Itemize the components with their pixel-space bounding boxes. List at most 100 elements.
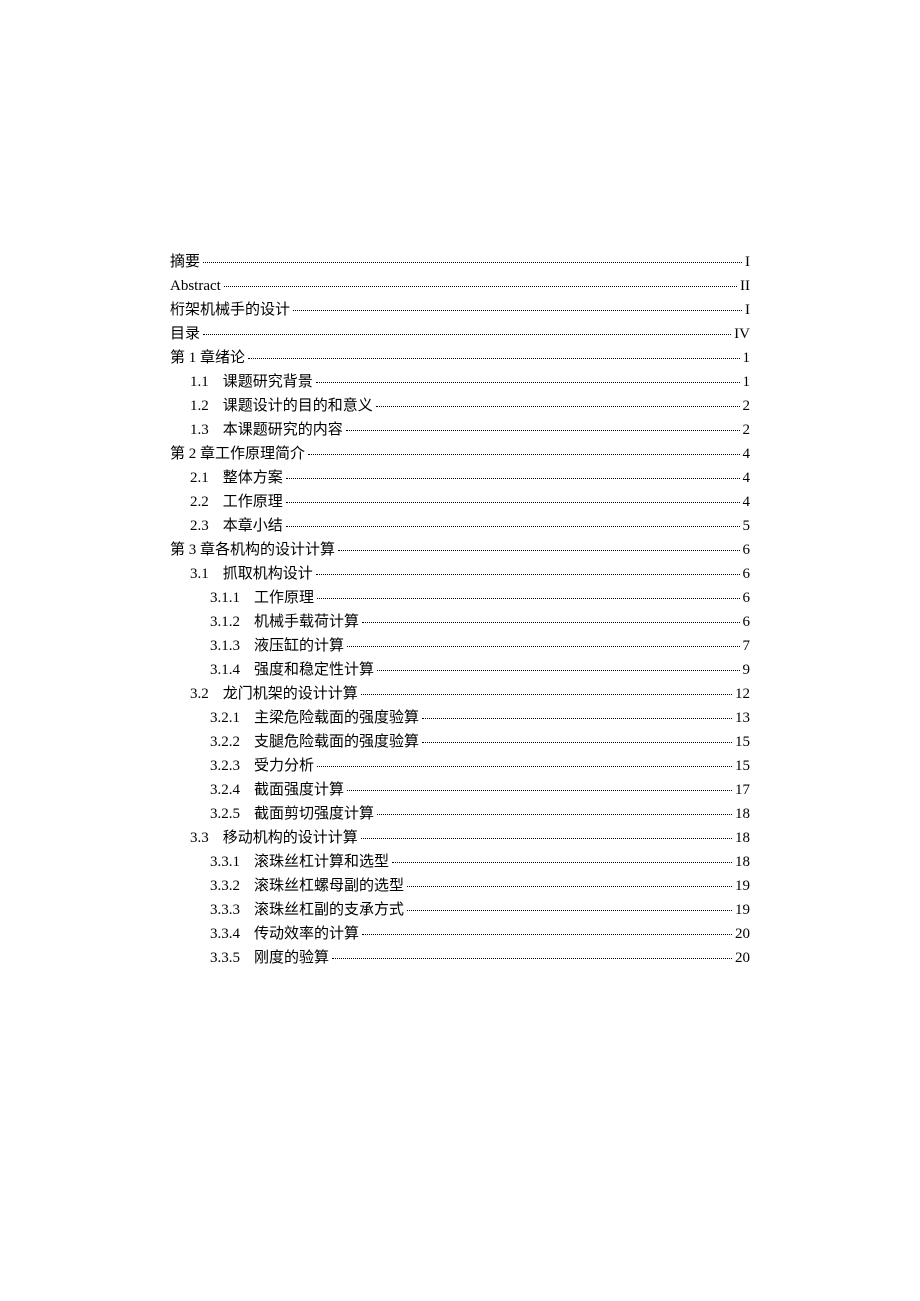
toc-leader bbox=[422, 718, 732, 719]
toc-label: 3.3.4传动效率的计算 bbox=[210, 922, 359, 946]
toc-entry: 3.1抓取机构设计 6 bbox=[170, 562, 750, 586]
toc-page-num: 5 bbox=[743, 514, 751, 538]
toc-leader bbox=[361, 694, 732, 695]
toc-page-num: 6 bbox=[743, 538, 751, 562]
toc-entry: 2.2工作原理 4 bbox=[170, 490, 750, 514]
toc-page-num: 4 bbox=[743, 490, 751, 514]
toc-entry: 1.2课题设计的目的和意义 2 bbox=[170, 394, 750, 418]
toc-leader bbox=[317, 598, 739, 599]
toc-entry: 3.3.1滚珠丝杠计算和选型 18 bbox=[170, 850, 750, 874]
toc-leader bbox=[407, 910, 732, 911]
toc-label: 2.3本章小结 bbox=[190, 514, 283, 538]
toc-page-num: IV bbox=[734, 322, 750, 346]
toc-label: 3.2.5截面剪切强度计算 bbox=[210, 802, 374, 826]
toc-entry: 3.1.3液压缸的计算 7 bbox=[170, 634, 750, 658]
toc-entry: 3.3.5刚度的验算 20 bbox=[170, 946, 750, 970]
toc-page-num: 4 bbox=[743, 466, 751, 490]
toc-leader bbox=[203, 334, 731, 335]
toc-title: 第 2 章工作原理简介 bbox=[170, 442, 305, 466]
toc-page-num: 15 bbox=[735, 754, 750, 778]
toc-page-num: 12 bbox=[735, 682, 750, 706]
toc-leader bbox=[376, 406, 740, 407]
toc-leader bbox=[338, 550, 739, 551]
toc-leader bbox=[422, 742, 732, 743]
toc-label: 3.2.1主梁危险载面的强度验算 bbox=[210, 706, 419, 730]
toc-label: 3.3.1滚珠丝杠计算和选型 bbox=[210, 850, 389, 874]
toc-page-num: 6 bbox=[743, 610, 751, 634]
toc-label: 3.3.2滚珠丝杠螺母副的选型 bbox=[210, 874, 404, 898]
toc-entry: 摘要 I bbox=[170, 250, 750, 274]
toc-page-num: 13 bbox=[735, 706, 750, 730]
toc-leader bbox=[286, 502, 740, 503]
toc-label: 3.3.3滚珠丝杠副的支承方式 bbox=[210, 898, 404, 922]
toc-title: 第 3 章各机构的设计计算 bbox=[170, 538, 335, 562]
toc-leader bbox=[362, 934, 732, 935]
toc-label: 1.1课题研究背景 bbox=[190, 370, 313, 394]
toc-label: 2.1整体方案 bbox=[190, 466, 283, 490]
toc-label: 3.2.4截面强度计算 bbox=[210, 778, 344, 802]
toc-page-num: 2 bbox=[743, 418, 751, 442]
toc-label: 3.2.2支腿危险载面的强度验算 bbox=[210, 730, 419, 754]
toc-label: 3.1.2机械手载荷计算 bbox=[210, 610, 359, 634]
toc-title: 目录 bbox=[170, 322, 200, 346]
toc-entry: 3.3.3滚珠丝杠副的支承方式 19 bbox=[170, 898, 750, 922]
toc-leader bbox=[392, 862, 732, 863]
toc-entry: 3.3.2滚珠丝杠螺母副的选型 19 bbox=[170, 874, 750, 898]
toc-title: 第 1 章绪论 bbox=[170, 346, 245, 370]
toc-leader bbox=[286, 478, 740, 479]
toc-page-num: 2 bbox=[743, 394, 751, 418]
toc-page-num: 4 bbox=[743, 442, 751, 466]
toc-page-num: 20 bbox=[735, 922, 750, 946]
toc-page: 摘要 I Abstract II 桁架机械手的设计 I 目录 IV 第 1 章绪… bbox=[0, 0, 920, 970]
toc-entry: 3.3.4传动效率的计算 20 bbox=[170, 922, 750, 946]
toc-entry: 3.2龙门机架的设计计算 12 bbox=[170, 682, 750, 706]
toc-entry: 3.2.4截面强度计算 17 bbox=[170, 778, 750, 802]
toc-entry: 第 1 章绪论 1 bbox=[170, 346, 750, 370]
toc-leader bbox=[347, 646, 739, 647]
toc-label: 3.2龙门机架的设计计算 bbox=[190, 682, 358, 706]
toc-label: 3.1.3液压缸的计算 bbox=[210, 634, 344, 658]
toc-label: 3.1.4强度和稳定性计算 bbox=[210, 658, 374, 682]
toc-label: 2.2工作原理 bbox=[190, 490, 283, 514]
toc-label: 3.3.5刚度的验算 bbox=[210, 946, 329, 970]
toc-page-num: 1 bbox=[743, 370, 751, 394]
toc-entry: 3.2.5截面剪切强度计算 18 bbox=[170, 802, 750, 826]
toc-label: 3.1抓取机构设计 bbox=[190, 562, 313, 586]
toc-entry: 3.1.2机械手载荷计算 6 bbox=[170, 610, 750, 634]
toc-label: 1.2课题设计的目的和意义 bbox=[190, 394, 373, 418]
toc-leader bbox=[377, 814, 732, 815]
toc-leader bbox=[317, 766, 732, 767]
toc-leader bbox=[203, 262, 742, 263]
toc-entry: 3.1.4强度和稳定性计算 9 bbox=[170, 658, 750, 682]
toc-entry: 目录 IV bbox=[170, 322, 750, 346]
toc-page-num: 18 bbox=[735, 850, 750, 874]
toc-page-num: 17 bbox=[735, 778, 750, 802]
toc-page-num: 9 bbox=[743, 658, 751, 682]
toc-entry: 3.2.2支腿危险载面的强度验算 15 bbox=[170, 730, 750, 754]
toc-leader bbox=[316, 382, 740, 383]
toc-leader bbox=[377, 670, 739, 671]
toc-page-num: 18 bbox=[735, 802, 750, 826]
toc-label: 1.3本课题研究的内容 bbox=[190, 418, 343, 442]
toc-leader bbox=[332, 958, 732, 959]
toc-entry: 1.1课题研究背景 1 bbox=[170, 370, 750, 394]
toc-leader bbox=[308, 454, 739, 455]
toc-entry: 3.2.3受力分析 15 bbox=[170, 754, 750, 778]
toc-entry: Abstract II bbox=[170, 274, 750, 298]
toc-leader bbox=[286, 526, 740, 527]
toc-page-num: 1 bbox=[743, 346, 751, 370]
toc-page-num: 19 bbox=[735, 898, 750, 922]
toc-page-num: 6 bbox=[743, 586, 751, 610]
toc-entry: 3.3移动机构的设计计算 18 bbox=[170, 826, 750, 850]
toc-page-num: 20 bbox=[735, 946, 750, 970]
toc-leader bbox=[346, 430, 740, 431]
toc-label: 3.1.1工作原理 bbox=[210, 586, 314, 610]
toc-leader bbox=[407, 886, 732, 887]
toc-entry: 1.3本课题研究的内容 2 bbox=[170, 418, 750, 442]
toc-page-num: 19 bbox=[735, 874, 750, 898]
toc-page-num: 18 bbox=[735, 826, 750, 850]
toc-leader bbox=[361, 838, 732, 839]
toc-entry: 第 3 章各机构的设计计算 6 bbox=[170, 538, 750, 562]
toc-leader bbox=[248, 358, 739, 359]
toc-page-num: 15 bbox=[735, 730, 750, 754]
